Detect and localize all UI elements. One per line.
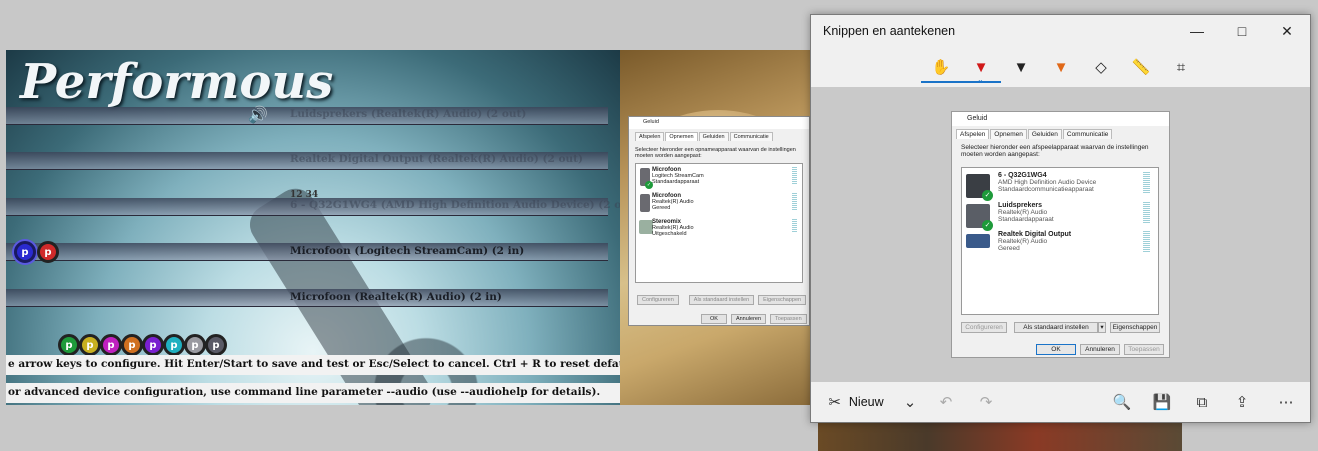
eraser-icon[interactable]: ◇ <box>1087 55 1115 79</box>
device-status: Standaardapparaat <box>998 216 1054 223</box>
mic-tag-orange[interactable]: p <box>121 334 143 356</box>
tab-playback: Afspelen <box>956 129 990 139</box>
device-list: ✓ 6 - Q32G1WG4 AMD High Definition Audio … <box>961 167 1159 315</box>
device-status: Gereed <box>652 205 671 211</box>
level-meter <box>792 167 797 185</box>
device-label: 6 - Q32G1WG4 (AMD High Definition Audio … <box>290 199 620 211</box>
device-name: Luidsprekers <box>998 202 1042 209</box>
mic-tag-purple[interactable]: p <box>142 334 164 356</box>
level-meter <box>1143 172 1150 194</box>
properties-button: Eigenschappen <box>1110 322 1160 333</box>
sound-dialog-playback: Geluid Afspelen Opnemen Geluiden Communi… <box>951 111 1170 358</box>
mic-tag-yellow[interactable]: p <box>79 334 101 356</box>
mic-tag-blue[interactable]: p <box>14 241 36 263</box>
tab-sounds: Geluiden <box>1027 129 1062 139</box>
level-meter <box>792 219 797 233</box>
device-status: Gereed <box>998 245 1020 252</box>
copy-icon[interactable]: ⧉ <box>1191 391 1213 413</box>
mic-tag-magenta[interactable]: p <box>100 334 122 356</box>
close-icon[interactable]: ✕ <box>1270 19 1304 43</box>
instruction-text: Selecteer hieronder een opnameapparaat w… <box>635 147 796 159</box>
set-default-button: Als standaard instellen <box>1014 322 1098 333</box>
properties-button[interactable]: Eigenschappen <box>758 295 807 305</box>
device-driver: Realtek(R) Audio <box>998 238 1048 245</box>
redo-icon[interactable]: ↷ <box>975 391 997 413</box>
game-inventory-strip <box>818 420 1182 451</box>
bottom-toolbar: ✂ Nieuw ⌄ ↶ ↷ 🔍 💾 ⧉ ⇪ ⋯ <box>811 382 1310 422</box>
ok-button[interactable]: OK <box>701 314 727 324</box>
device-driver: AMD High Definition Audio Device <box>998 179 1097 186</box>
maximize-icon[interactable]: □ <box>1225 19 1259 43</box>
zoom-icon[interactable]: 🔍 <box>1111 391 1133 413</box>
pencil-icon[interactable]: ▼ <box>1007 55 1035 79</box>
speaker-icon: 🔊 <box>248 107 268 124</box>
device-status: Standaardcommunicatieapparaat <box>998 186 1094 193</box>
device-label: Microfoon (Realtek(R) Audio) (2 in) <box>290 291 502 303</box>
device-name: 6 - Q32G1WG4 <box>998 172 1047 179</box>
device-list[interactable]: ✓ Microfoon Logitech StreamCam Standaardap… <box>635 163 803 283</box>
configure-button[interactable]: Configureren <box>637 295 679 305</box>
ruler-icon[interactable]: 📏 <box>1127 55 1155 79</box>
apply-button: Toepassen <box>1124 344 1164 355</box>
cancel-button: Annuleren <box>1080 344 1120 355</box>
mic-tag-darkgray[interactable]: p <box>205 334 227 356</box>
device-label: Luidsprekers (Realtek(R) Audio) (2 out) <box>290 108 527 120</box>
configure-button: Configureren <box>961 322 1007 333</box>
sound-dialog-recording[interactable]: Geluid Afspelen Opnemen Geluiden Communi… <box>628 116 810 326</box>
mic-tag-gray[interactable]: p <box>184 334 206 356</box>
chevron-down-icon[interactable]: ⌄ <box>899 391 921 413</box>
ok-button: OK <box>1036 344 1076 355</box>
speaker-icon: ✓ <box>966 204 993 231</box>
hint-text: e arrow keys to configure. Hit Enter/Sta… <box>6 355 620 375</box>
tab-playback[interactable]: Afspelen <box>635 132 665 141</box>
minimize-icon[interactable]: — <box>1180 19 1214 43</box>
level-meter <box>792 193 797 211</box>
dialog-title: Geluid <box>952 112 1169 126</box>
share-icon[interactable]: ⇪ <box>1231 391 1253 413</box>
device-status: Uitgeschakeld <box>652 231 687 237</box>
device-name: Realtek Digital Output <box>998 231 1072 238</box>
touch-writing-icon[interactable]: ✋ <box>927 55 955 79</box>
level-meter <box>1143 202 1150 224</box>
more-options-icon[interactable]: ⋯ <box>1275 391 1297 413</box>
image-canvas[interactable]: Geluid Afspelen Opnemen Geluiden Communi… <box>811 87 1310 382</box>
board-icon <box>639 220 653 234</box>
device-driver: Realtek(R) Audio <box>998 209 1048 216</box>
new-snip-icon: ✂ <box>828 394 841 411</box>
undo-icon[interactable]: ↶ <box>935 391 957 413</box>
set-default-button[interactable]: Als standaard instellen <box>688 295 755 305</box>
microphone-icon: ✓ <box>640 168 653 189</box>
device-label: Microfoon (Logitech StreamCam) (2 in) <box>290 245 525 257</box>
new-label: Nieuw <box>848 395 884 409</box>
highlighter-icon[interactable]: ▼ <box>1047 55 1075 79</box>
mic-tag-green[interactable]: p <box>58 334 80 356</box>
mic-tag-cyan[interactable]: p <box>163 334 185 356</box>
tab-sounds[interactable]: Geluiden <box>698 132 729 141</box>
mic-tag-red[interactable]: p <box>37 241 59 263</box>
tab-communication[interactable]: Communicatie <box>729 132 773 141</box>
tab-communication: Communicatie <box>1062 129 1113 139</box>
performous-logo: Performous <box>20 54 334 110</box>
instruction-text: Selecteer hieronder een afspeelapparaat … <box>961 144 1149 158</box>
crop-icon[interactable]: ⌗ <box>1167 55 1195 79</box>
save-icon[interactable]: 💾 <box>1151 391 1173 413</box>
level-meter <box>1143 231 1150 253</box>
monitor-icon: ✓ <box>966 174 993 201</box>
microphone-icon <box>640 194 650 212</box>
digital-output-icon <box>966 234 990 248</box>
window-title: Knippen en aantekenen <box>823 24 956 38</box>
apply-button[interactable]: Toepassen <box>770 314 807 324</box>
tab-recording[interactable]: Opnemen <box>665 132 698 141</box>
hint-text: or advanced device configuration, use co… <box>6 383 620 403</box>
new-snip-button[interactable]: ✂ Nieuw <box>821 391 891 413</box>
tool-selection-indicator <box>921 81 1001 83</box>
performous-window[interactable]: Performous 🔊 Luidsprekers (Realtek(R) Au… <box>6 50 620 405</box>
tab-recording: Opnemen <box>990 129 1027 139</box>
snip-and-sketch-window[interactable]: Knippen en aantekenen — □ ✕ ✋ ▼ ⌄ ▼ ▼ ◇ … <box>810 14 1311 423</box>
cancel-button[interactable]: Annuleren <box>730 314 767 324</box>
device-status: Standaardapparaat <box>652 179 700 185</box>
dropdown-arrow-icon: ▾ <box>1098 322 1106 333</box>
device-label: Realtek Digital Output (Realtek(R) Audio… <box>290 153 583 165</box>
dialog-title: Geluid <box>629 117 809 129</box>
